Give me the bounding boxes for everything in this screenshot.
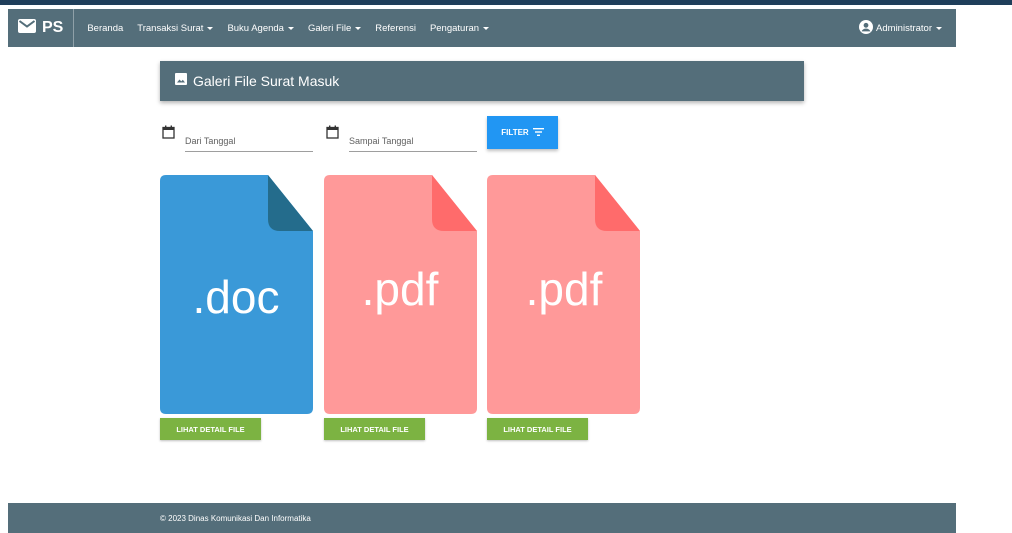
button-label: LIHAT DETAIL FILE bbox=[340, 424, 409, 434]
filter-icon bbox=[529, 127, 544, 138]
pdf-file-icon[interactable]: .pdf bbox=[324, 175, 477, 414]
file-card: .pdf LIHAT DETAIL FILE bbox=[487, 175, 640, 440]
caret-down-icon bbox=[483, 26, 490, 30]
to-date-input[interactable] bbox=[349, 131, 477, 152]
nav-item-label: Referensi bbox=[375, 22, 416, 34]
image-icon bbox=[175, 72, 187, 90]
file-extension: .pdf bbox=[526, 263, 603, 315]
nav-item-label: Pengaturan bbox=[429, 22, 480, 34]
caret-down-icon bbox=[936, 26, 942, 30]
from-date-field bbox=[162, 125, 314, 153]
file-fold bbox=[595, 175, 640, 231]
nav-item-buku-agenda[interactable]: Buku Agenda bbox=[220, 23, 301, 34]
button-label: LIHAT DETAIL FILE bbox=[503, 424, 572, 434]
page-title: Galeri File Surat Masuk bbox=[193, 73, 340, 89]
user-menu[interactable]: Administrator bbox=[859, 19, 956, 37]
nav-item-label: Buku Agenda bbox=[227, 22, 284, 34]
file-fold bbox=[268, 175, 313, 231]
caret-down-icon bbox=[355, 26, 362, 30]
caret-down-icon bbox=[287, 26, 294, 30]
view-file-detail-button[interactable]: LIHAT DETAIL FILE bbox=[324, 418, 425, 440]
calendar-icon bbox=[326, 125, 339, 144]
doc-file-icon[interactable]: .doc bbox=[160, 175, 313, 414]
pdf-file-icon[interactable]: .pdf bbox=[487, 175, 640, 414]
top-border bbox=[0, 0, 1012, 7]
nav-item-beranda[interactable]: Beranda bbox=[80, 23, 130, 34]
calendar-icon bbox=[162, 125, 175, 144]
user-name: Administrator bbox=[876, 22, 932, 34]
nav-item-galeri-file[interactable]: Galeri File bbox=[301, 23, 368, 34]
view-file-detail-button[interactable]: LIHAT DETAIL FILE bbox=[160, 418, 261, 440]
nav-item-transaksi-surat[interactable]: Transaksi Surat bbox=[130, 23, 220, 34]
view-file-detail-button[interactable]: LIHAT DETAIL FILE bbox=[487, 418, 588, 440]
nav-item-pengaturan[interactable]: Pengaturan bbox=[423, 23, 496, 34]
file-extension: .pdf bbox=[362, 263, 439, 315]
brand-text: PS bbox=[42, 19, 64, 36]
nav-item-label: Galeri File bbox=[307, 22, 352, 34]
filter-label: FILTER bbox=[501, 128, 529, 137]
file-card: .doc LIHAT DETAIL FILE bbox=[160, 175, 313, 440]
caret-down-icon bbox=[207, 26, 214, 30]
filter-button[interactable]: FILTER bbox=[487, 116, 558, 149]
nav-item-label: Transaksi Surat bbox=[137, 22, 204, 34]
nav-menu: Beranda Transaksi Surat Buku Agenda Gale… bbox=[80, 23, 496, 34]
mail-icon bbox=[18, 18, 36, 38]
button-label: LIHAT DETAIL FILE bbox=[176, 424, 245, 434]
nav-item-label: Beranda bbox=[87, 22, 124, 34]
file-card: .pdf LIHAT DETAIL FILE bbox=[324, 175, 477, 440]
user-circle-icon bbox=[859, 19, 876, 37]
file-extension: .doc bbox=[193, 271, 280, 323]
footer-copyright: © 2023 Dinas Komunikasi Dan Informatika bbox=[160, 513, 311, 523]
page-header: Galeri File Surat Masuk bbox=[160, 61, 804, 101]
nav-item-referensi[interactable]: Referensi bbox=[368, 23, 423, 34]
to-date-field bbox=[326, 125, 478, 153]
footer: © 2023 Dinas Komunikasi Dan Informatika bbox=[8, 503, 956, 533]
brand[interactable]: PS bbox=[8, 9, 75, 47]
navbar: PS Beranda Transaksi Surat Buku Agenda G… bbox=[8, 9, 956, 47]
from-date-input[interactable] bbox=[185, 131, 313, 152]
file-fold bbox=[432, 175, 477, 231]
